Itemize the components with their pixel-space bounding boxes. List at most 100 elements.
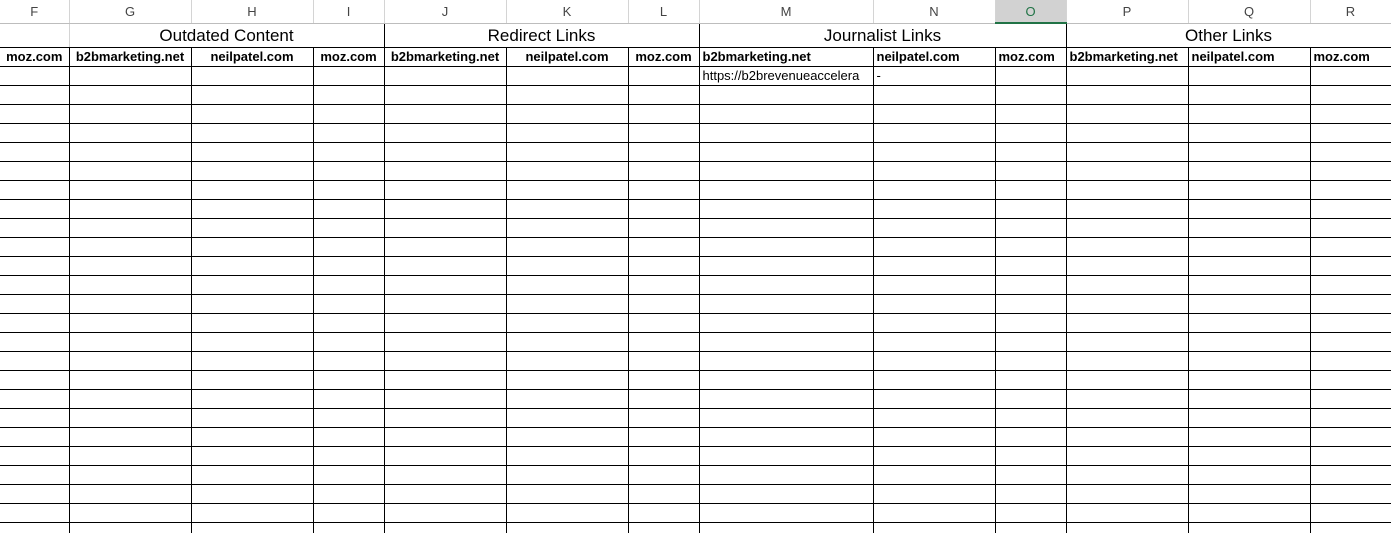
cell[interactable] xyxy=(0,294,70,314)
cell[interactable] xyxy=(69,503,192,523)
column-header-o[interactable]: O xyxy=(995,0,1067,24)
cell[interactable] xyxy=(1066,66,1189,86)
cell[interactable] xyxy=(69,142,192,162)
cell[interactable] xyxy=(1188,294,1311,314)
cell[interactable] xyxy=(1310,161,1391,181)
cell[interactable] xyxy=(628,522,700,533)
cell[interactable] xyxy=(1188,503,1311,523)
cell[interactable] xyxy=(191,503,314,523)
cell[interactable] xyxy=(1066,332,1189,352)
cell[interactable] xyxy=(1310,351,1391,371)
cell[interactable] xyxy=(1310,256,1391,276)
cell[interactable] xyxy=(384,446,507,466)
cell[interactable] xyxy=(1066,123,1189,143)
column-header-k[interactable]: K xyxy=(506,0,629,24)
cell[interactable] xyxy=(384,161,507,181)
cell[interactable] xyxy=(628,351,700,371)
cell[interactable] xyxy=(313,123,385,143)
cell[interactable] xyxy=(699,503,874,523)
cell[interactable] xyxy=(1066,161,1189,181)
cell[interactable] xyxy=(506,427,629,447)
cell[interactable] xyxy=(313,484,385,504)
cell[interactable] xyxy=(995,446,1067,466)
cell[interactable] xyxy=(699,522,874,533)
cell[interactable] xyxy=(873,484,996,504)
cell[interactable] xyxy=(873,180,996,200)
cell[interactable] xyxy=(313,465,385,485)
cell[interactable] xyxy=(313,332,385,352)
cell[interactable] xyxy=(1310,142,1391,162)
cell[interactable] xyxy=(995,199,1067,219)
cell[interactable] xyxy=(873,104,996,124)
cell[interactable] xyxy=(69,370,192,390)
cell[interactable] xyxy=(1188,313,1311,333)
site-header-cell[interactable]: b2bmarketing.net xyxy=(69,47,192,67)
url-cell[interactable]: https://b2brevenueaccelera xyxy=(699,66,874,86)
cell[interactable] xyxy=(384,484,507,504)
cell[interactable] xyxy=(1310,66,1391,86)
cell[interactable] xyxy=(873,503,996,523)
cell[interactable] xyxy=(191,237,314,257)
cell[interactable] xyxy=(1310,484,1391,504)
column-header-i[interactable]: I xyxy=(313,0,385,24)
cell[interactable] xyxy=(873,294,996,314)
cell[interactable] xyxy=(1066,522,1189,533)
cell[interactable] xyxy=(995,427,1067,447)
cell[interactable] xyxy=(0,237,70,257)
group-redirect-links[interactable]: Redirect Links xyxy=(384,23,700,48)
cell[interactable] xyxy=(1188,427,1311,447)
cell[interactable] xyxy=(873,123,996,143)
cell[interactable] xyxy=(1066,218,1189,238)
cell[interactable] xyxy=(313,389,385,409)
cell[interactable] xyxy=(1188,370,1311,390)
cell[interactable] xyxy=(191,389,314,409)
cell[interactable] xyxy=(995,275,1067,295)
cell[interactable] xyxy=(1310,294,1391,314)
cell[interactable] xyxy=(313,503,385,523)
cell[interactable] xyxy=(873,389,996,409)
column-header-q[interactable]: Q xyxy=(1188,0,1311,24)
cell[interactable] xyxy=(1066,389,1189,409)
site-header-cell[interactable]: b2bmarketing.net xyxy=(1066,47,1189,67)
cell[interactable] xyxy=(191,142,314,162)
cell[interactable] xyxy=(1310,389,1391,409)
cell[interactable] xyxy=(69,522,192,533)
cell[interactable] xyxy=(699,275,874,295)
cell[interactable] xyxy=(1188,484,1311,504)
cell[interactable] xyxy=(0,351,70,371)
site-header-cell[interactable]: neilpatel.com xyxy=(873,47,996,67)
cell[interactable] xyxy=(191,85,314,105)
cell[interactable] xyxy=(313,104,385,124)
cell[interactable] xyxy=(506,294,629,314)
site-header-cell[interactable]: neilpatel.com xyxy=(1188,47,1311,67)
cell[interactable] xyxy=(1188,522,1311,533)
cell[interactable] xyxy=(0,66,70,86)
cell[interactable] xyxy=(0,199,70,219)
cell[interactable] xyxy=(1188,218,1311,238)
cell[interactable] xyxy=(1188,142,1311,162)
cell[interactable] xyxy=(313,218,385,238)
cell[interactable] xyxy=(191,199,314,219)
cell[interactable] xyxy=(628,446,700,466)
cell[interactable] xyxy=(384,351,507,371)
cell[interactable] xyxy=(995,351,1067,371)
cell[interactable] xyxy=(628,465,700,485)
cell[interactable] xyxy=(506,275,629,295)
cell[interactable] xyxy=(191,313,314,333)
cell[interactable] xyxy=(69,332,192,352)
cell[interactable] xyxy=(313,351,385,371)
cell[interactable] xyxy=(384,503,507,523)
cell[interactable] xyxy=(191,427,314,447)
cell[interactable] xyxy=(191,294,314,314)
cell[interactable] xyxy=(873,446,996,466)
cell[interactable] xyxy=(191,180,314,200)
cell[interactable] xyxy=(1066,484,1189,504)
cell[interactable] xyxy=(0,104,70,124)
cell[interactable] xyxy=(1188,465,1311,485)
cell[interactable] xyxy=(69,218,192,238)
cell[interactable] xyxy=(699,104,874,124)
cell[interactable] xyxy=(1066,370,1189,390)
cell[interactable] xyxy=(1066,465,1189,485)
cell[interactable] xyxy=(384,275,507,295)
cell[interactable] xyxy=(506,446,629,466)
